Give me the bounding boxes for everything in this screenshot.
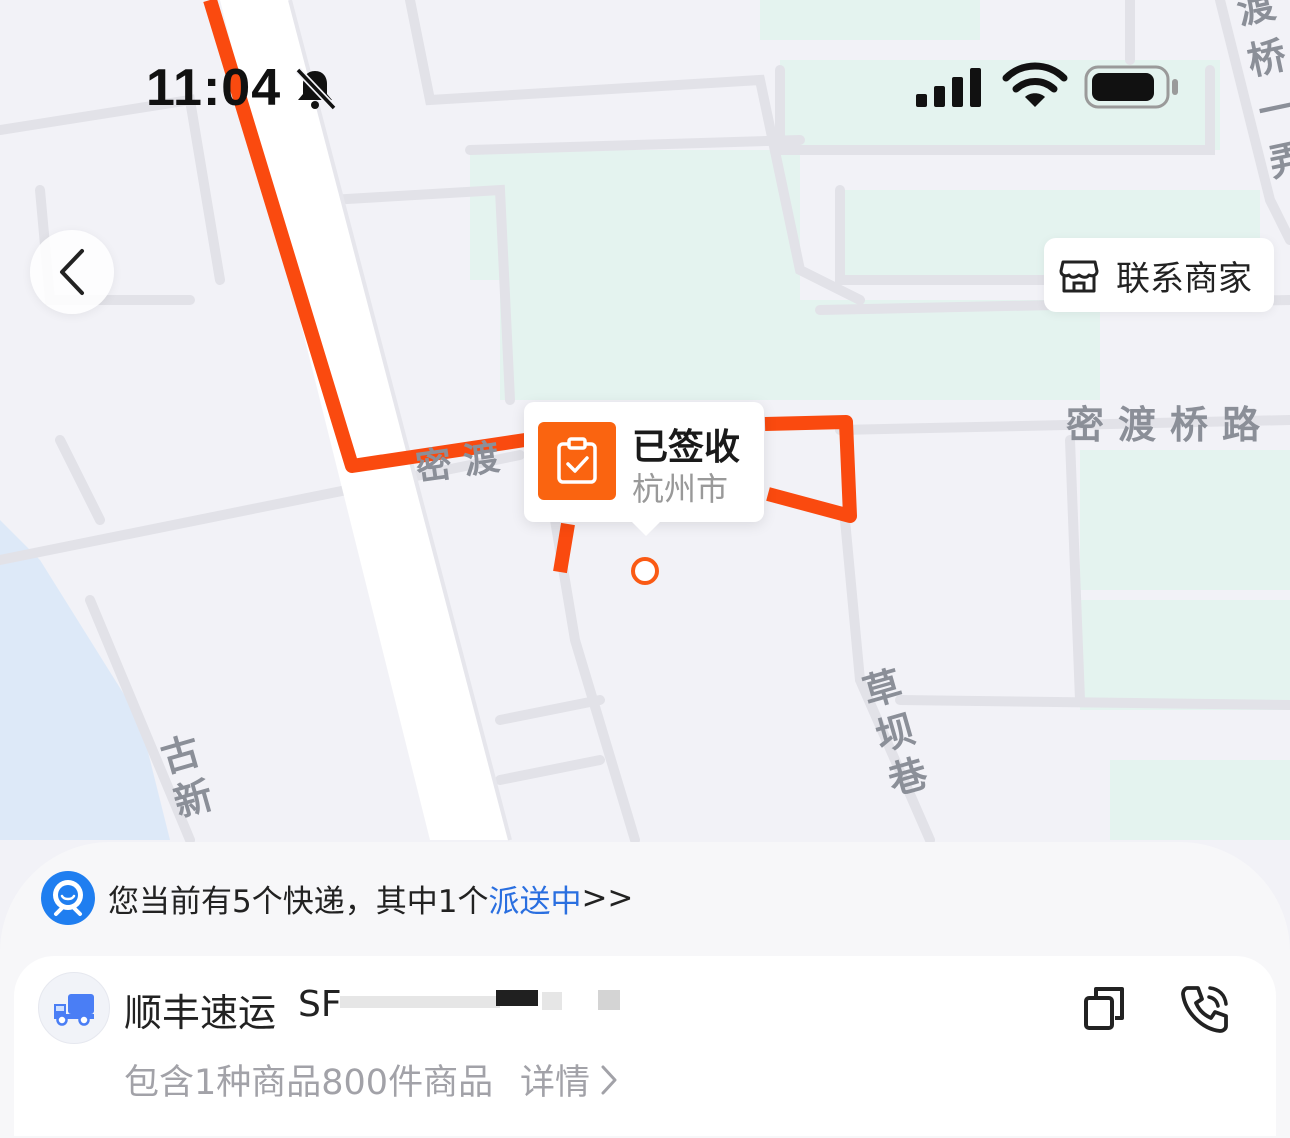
tracking-redaction	[340, 996, 500, 1008]
tracking-redaction-tail	[598, 990, 620, 1010]
status-time: 11:04	[146, 59, 282, 117]
carrier-avatar	[38, 972, 110, 1044]
contact-merchant-button[interactable]: 联系商家	[1044, 238, 1274, 312]
tracking-redaction-dark	[496, 990, 538, 1006]
wifi-icon	[1002, 62, 1068, 107]
clipboard-check-icon	[557, 437, 597, 484]
status-city: 杭州市	[632, 470, 729, 508]
status-icon-box	[538, 422, 616, 500]
route-segment-stub	[553, 522, 575, 574]
copy-icon[interactable]	[1082, 984, 1128, 1032]
notice-arrow[interactable]: >>	[581, 880, 633, 916]
robot-assistant-icon	[41, 871, 95, 925]
detail-label: 详情	[520, 1063, 591, 1103]
truck-icon	[54, 994, 94, 1026]
phone-icon[interactable]	[1178, 982, 1232, 1036]
tracking-redaction-end	[542, 992, 562, 1010]
detail-link[interactable]: 详情	[520, 1054, 620, 1105]
back-button[interactable]	[30, 230, 114, 314]
goods-summary: 包含1种商品800件商品	[124, 1063, 494, 1103]
notice-link-delivering[interactable]: 派送中	[488, 876, 581, 921]
tracking-number[interactable]: SF	[298, 984, 342, 1025]
delivery-tracking-screen: 11:04 联系商家 密渡桥路 密渡 草坝巷 古新 渡桥一弄 已签收 杭州市 您…	[0, 0, 1290, 1138]
signal-icon	[916, 68, 981, 107]
location-marker	[631, 557, 659, 585]
package-notice[interactable]: 您当前有5个快递，其中1个 派送中 >>	[40, 870, 633, 926]
chevron-right-icon	[601, 1065, 617, 1094]
chevron-left-icon	[60, 249, 84, 295]
road-label-midu-bridge: 密渡桥路	[1066, 403, 1275, 447]
bell-slash-icon	[295, 67, 337, 111]
battery-icon	[1084, 65, 1178, 109]
store-icon	[1059, 260, 1099, 293]
contact-merchant-label: 联系商家	[1116, 258, 1252, 299]
carrier-name: 顺丰速运	[124, 991, 277, 1035]
notice-text: 您当前有5个快递，其中1个	[108, 883, 489, 920]
delivery-status-popup[interactable]: 已签收 杭州市	[524, 402, 764, 536]
status-title: 已签收	[632, 427, 741, 468]
